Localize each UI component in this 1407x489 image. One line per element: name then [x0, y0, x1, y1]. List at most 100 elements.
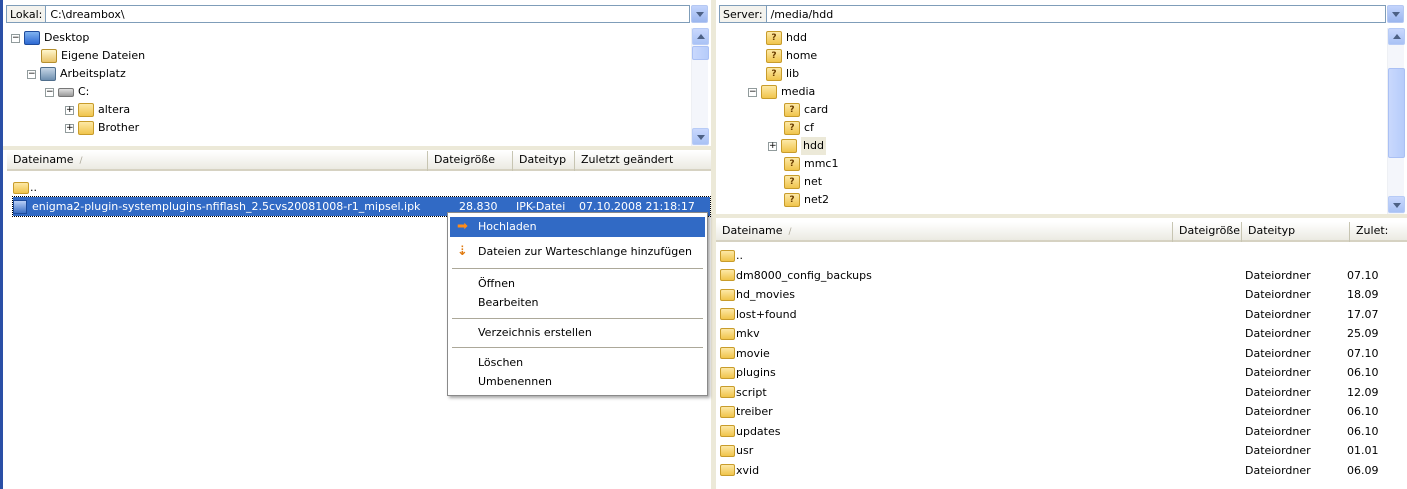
tree-node-net2[interactable]: ? net2	[784, 191, 829, 209]
file-row[interactable]: lost+found Dateiordner 17.07	[720, 305, 1405, 324]
tree-node-eigene-dateien[interactable]: Eigene Dateien	[41, 47, 145, 65]
column-header-size[interactable]: Dateigröße	[1173, 222, 1242, 242]
remote-pane: Server: /media/hdd ? hdd ? home ? lib − …	[716, 0, 1407, 489]
folder-icon	[720, 425, 735, 437]
column-header-name[interactable]: Dateiname /	[7, 151, 428, 171]
unknown-folder-icon: ?	[784, 193, 800, 207]
file-row[interactable]: movie Dateiordner 07.10	[720, 344, 1405, 363]
tree-node-label: home	[786, 49, 818, 62]
remote-splitter[interactable]	[716, 214, 1407, 218]
file-type: Dateiordner	[1245, 288, 1311, 301]
collapse-icon[interactable]: −	[45, 87, 54, 97]
file-name: usr	[736, 444, 754, 457]
collapse-icon[interactable]: −	[27, 69, 36, 79]
file-name: updates	[736, 424, 781, 438]
column-header-type[interactable]: Dateityp	[513, 151, 575, 171]
menu-item-open[interactable]: Öffnen	[450, 274, 705, 294]
tree-node-label: media	[781, 85, 816, 98]
column-header-name[interactable]: Dateiname /	[716, 222, 1173, 242]
tree-node-media[interactable]: − media	[748, 83, 815, 101]
file-row[interactable]: mkv Dateiordner 25.09	[720, 324, 1405, 343]
file-row[interactable]: usr Dateiordner 01.01	[720, 441, 1405, 460]
tree-node-hdd[interactable]: ? hdd	[766, 29, 807, 47]
folder-icon	[720, 366, 735, 379]
file-modified: 12.09	[1347, 385, 1379, 399]
remote-path-label: Server:	[719, 5, 767, 23]
tree-node-mmc1[interactable]: ? mmc1	[784, 155, 838, 173]
tree-node-desktop[interactable]: − Desktop	[11, 29, 89, 47]
file-row[interactable]: plugins Dateiordner 06.10	[720, 363, 1405, 382]
menu-item-upload[interactable]: ➡ Hochladen	[450, 217, 705, 237]
tree-node-label: Brother	[98, 121, 140, 134]
folder-icon	[720, 386, 735, 398]
column-header-size[interactable]: Dateigröße	[428, 151, 513, 171]
tree-node-label: net	[804, 175, 823, 188]
expand-icon[interactable]: +	[768, 141, 777, 151]
file-row[interactable]: ..	[720, 246, 1405, 265]
column-header-modified[interactable]: Zulet:	[1350, 222, 1407, 242]
file-row-parent[interactable]: ..	[13, 178, 113, 197]
column-header-type[interactable]: Dateityp	[1242, 222, 1350, 242]
local-splitter[interactable]	[3, 146, 711, 150]
tree-node-net[interactable]: ? net	[784, 173, 822, 191]
context-menu: ➡ Hochladen ⇣ Dateien zur Warteschlange …	[447, 212, 708, 396]
documents-folder-icon	[41, 49, 57, 63]
tree-node-label: card	[804, 103, 829, 116]
file-modified: 06.10	[1347, 424, 1379, 438]
expand-icon[interactable]: +	[65, 123, 74, 133]
tree-node-home[interactable]: ? home	[766, 47, 817, 65]
menu-item-rename[interactable]: Umbenennen	[450, 372, 705, 392]
sort-indicator-icon: /	[788, 227, 792, 237]
file-icon	[13, 199, 27, 214]
tree-node-arbeitsplatz[interactable]: − Arbeitsplatz	[27, 65, 126, 83]
remote-path-dropdown-button[interactable]	[1387, 5, 1404, 23]
file-name: script	[736, 385, 767, 399]
expand-icon[interactable]: +	[65, 105, 74, 115]
tree-node-drive-c[interactable]: − C:	[45, 83, 89, 101]
file-row[interactable]: treiber Dateiordner 06.10	[720, 402, 1405, 421]
scroll-down-arrow-icon[interactable]	[692, 128, 709, 145]
tree-node-label: mmc1	[804, 157, 839, 170]
scroll-up-arrow-icon[interactable]	[692, 28, 709, 45]
scroll-up-arrow-icon[interactable]	[1388, 28, 1405, 45]
scroll-thumb[interactable]	[692, 46, 709, 60]
collapse-icon[interactable]: −	[748, 87, 757, 97]
file-row[interactable]: dm8000_config_backups Dateiordner 07.10	[720, 266, 1405, 285]
file-row[interactable]: updates Dateiordner 06.10	[720, 422, 1405, 441]
file-type: Dateiordner	[1245, 424, 1311, 438]
file-modified: 07.10	[1347, 346, 1379, 360]
folder-icon	[761, 85, 777, 99]
tree-node-altera[interactable]: + altera	[65, 101, 130, 119]
tree-node-cf[interactable]: ? cf	[784, 119, 814, 137]
tree-node-brother[interactable]: + Brother	[65, 119, 139, 137]
file-type: Dateiordner	[1245, 346, 1311, 360]
file-row[interactable]: hd_movies Dateiordner 18.09	[720, 285, 1405, 304]
file-name: ..	[736, 249, 743, 262]
menu-item-edit[interactable]: Bearbeiten	[450, 293, 705, 313]
menu-separator	[452, 347, 703, 348]
folder-icon	[781, 139, 797, 153]
tree-node-label: cf	[804, 121, 814, 134]
tree-node-hdd-selected[interactable]: + hdd	[768, 137, 826, 155]
file-row[interactable]: script Dateiordner 12.09	[720, 383, 1405, 402]
collapse-icon[interactable]: −	[11, 33, 20, 43]
local-path-dropdown-button[interactable]	[691, 5, 708, 23]
local-tree-scrollbar[interactable]	[691, 28, 709, 146]
tree-node-lib[interactable]: ? lib	[766, 65, 799, 83]
menu-item-delete[interactable]: Löschen	[450, 353, 705, 373]
unknown-folder-icon: ?	[784, 103, 800, 117]
file-modified: 07.10	[1347, 268, 1379, 282]
scroll-down-arrow-icon[interactable]	[1388, 196, 1405, 213]
folder-icon	[720, 347, 735, 359]
menu-item-create-directory[interactable]: Verzeichnis erstellen	[450, 323, 705, 343]
column-header-modified[interactable]: Zuletzt geändert	[575, 151, 705, 171]
tree-node-card[interactable]: ? card	[784, 101, 828, 119]
remote-tree-scrollbar[interactable]	[1387, 28, 1405, 214]
file-modified: 06.10	[1347, 366, 1379, 379]
remote-path-bar: Server: /media/hdd	[719, 4, 1404, 24]
menu-item-add-to-queue[interactable]: ⇣ Dateien zur Warteschlange hinzufügen	[450, 242, 705, 262]
file-row[interactable]: xvid Dateiordner 06.09	[720, 461, 1405, 480]
remote-path-input[interactable]: /media/hdd	[766, 5, 1386, 23]
local-path-input[interactable]: C:\dreambox\	[46, 5, 690, 23]
scroll-thumb[interactable]	[1388, 68, 1405, 158]
